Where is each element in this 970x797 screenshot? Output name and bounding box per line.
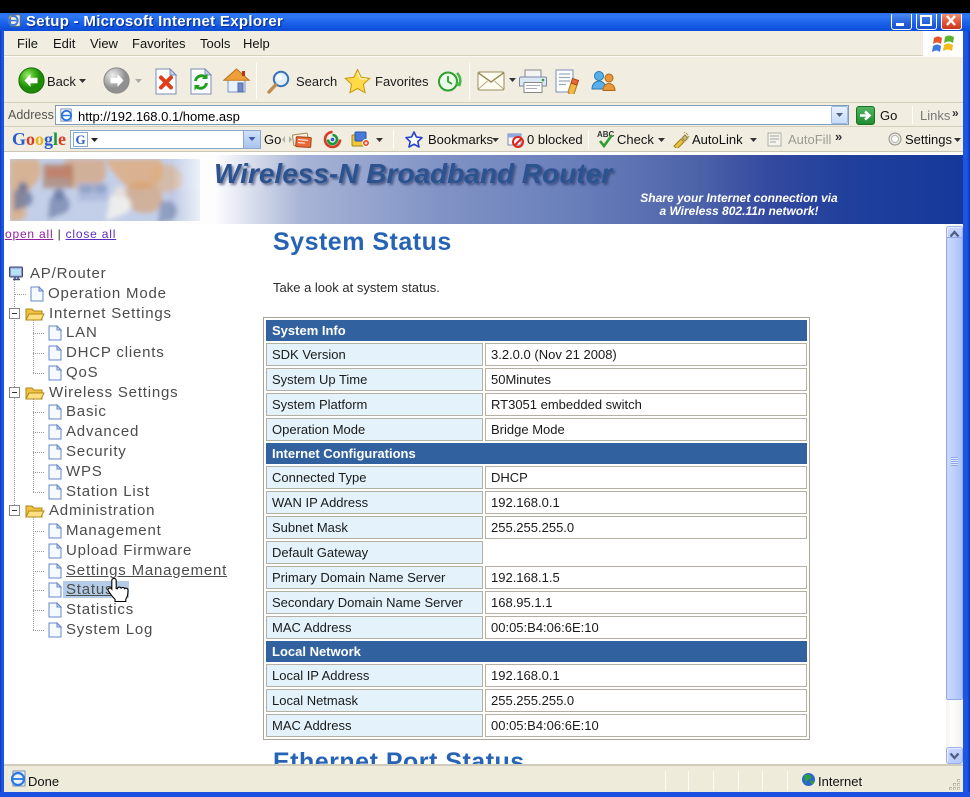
- svg-text:ABC: ABC: [597, 130, 615, 139]
- svg-text:G: G: [75, 132, 85, 147]
